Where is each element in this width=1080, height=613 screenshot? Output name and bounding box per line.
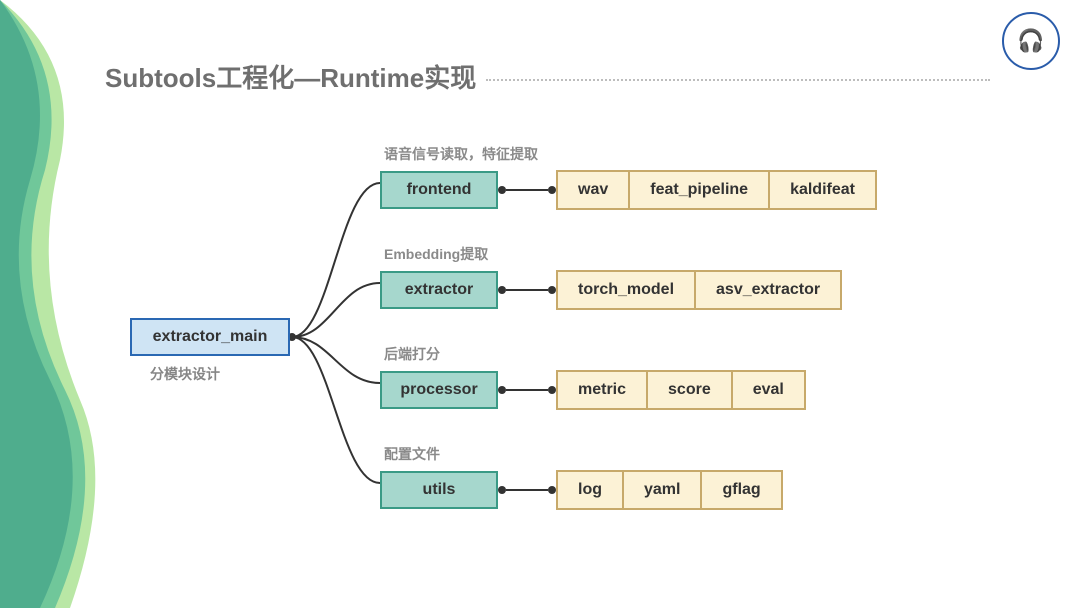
module-row-utils: 配置文件 utils log yaml gflag [380, 444, 1020, 510]
dot-icon [548, 286, 556, 294]
page-title: Subtools工程化—Runtime实现 [105, 58, 476, 95]
title-divider [486, 79, 990, 81]
module-name: frontend [407, 181, 472, 199]
module-label: 语音信号读取，特征提取 [384, 144, 1020, 164]
connector [498, 286, 556, 294]
root-module-name: extractor_main [153, 328, 268, 346]
sub-box: asv_extractor [696, 272, 840, 308]
sub-box: eval [733, 372, 804, 408]
connector-line [506, 389, 548, 391]
connector-line [506, 289, 548, 291]
sub-box: kaldifeat [770, 172, 875, 208]
sub-group-extractor: torch_model asv_extractor [556, 270, 842, 310]
module-label: 配置文件 [384, 444, 1020, 464]
module-label: 后端打分 [384, 344, 1020, 364]
dot-icon [498, 486, 506, 494]
sub-box: yaml [624, 472, 702, 508]
sub-box: log [558, 472, 624, 508]
sub-group-processor: metric score eval [556, 370, 806, 410]
sub-group-frontend: wav feat_pipeline kaldifeat [556, 170, 877, 210]
module-box-extractor: extractor [380, 271, 498, 309]
sub-box: metric [558, 372, 648, 408]
page-title-area: Subtools工程化—Runtime实现 [105, 58, 990, 95]
module-row-extractor: Embedding提取 extractor torch_model asv_ex… [380, 244, 1020, 310]
module-row-processor: 后端打分 processor metric score eval [380, 344, 1020, 410]
module-box-frontend: frontend [380, 171, 498, 209]
connector [498, 386, 556, 394]
module-name: extractor [405, 281, 473, 299]
connector-line [506, 489, 548, 491]
sub-group-utils: log yaml gflag [556, 470, 783, 510]
root-module-box: extractor_main [130, 318, 290, 356]
sub-box: torch_model [558, 272, 696, 308]
architecture-diagram: extractor_main 分模块设计 语音信号读取，特征提取 fronten… [0, 120, 1080, 560]
dot-icon [548, 186, 556, 194]
dot-icon [548, 386, 556, 394]
module-name: processor [400, 381, 477, 399]
headphone-icon: 🎧 [1017, 28, 1044, 54]
module-label: Embedding提取 [384, 244, 1020, 264]
org-logo: 🎧 [1002, 12, 1060, 70]
module-box-processor: processor [380, 371, 498, 409]
connector-line [506, 189, 548, 191]
dot-icon [498, 386, 506, 394]
sub-box: gflag [702, 472, 780, 508]
dot-icon [498, 186, 506, 194]
dot-icon [548, 486, 556, 494]
module-box-utils: utils [380, 471, 498, 509]
sub-box: score [648, 372, 733, 408]
module-row-frontend: 语音信号读取，特征提取 frontend wav feat_pipeline k… [380, 144, 1020, 210]
sub-box: feat_pipeline [630, 172, 770, 208]
connector [498, 486, 556, 494]
module-name: utils [423, 481, 456, 499]
sub-box: wav [558, 172, 630, 208]
root-subtitle: 分模块设计 [150, 364, 220, 384]
dot-icon [498, 286, 506, 294]
connector [498, 186, 556, 194]
